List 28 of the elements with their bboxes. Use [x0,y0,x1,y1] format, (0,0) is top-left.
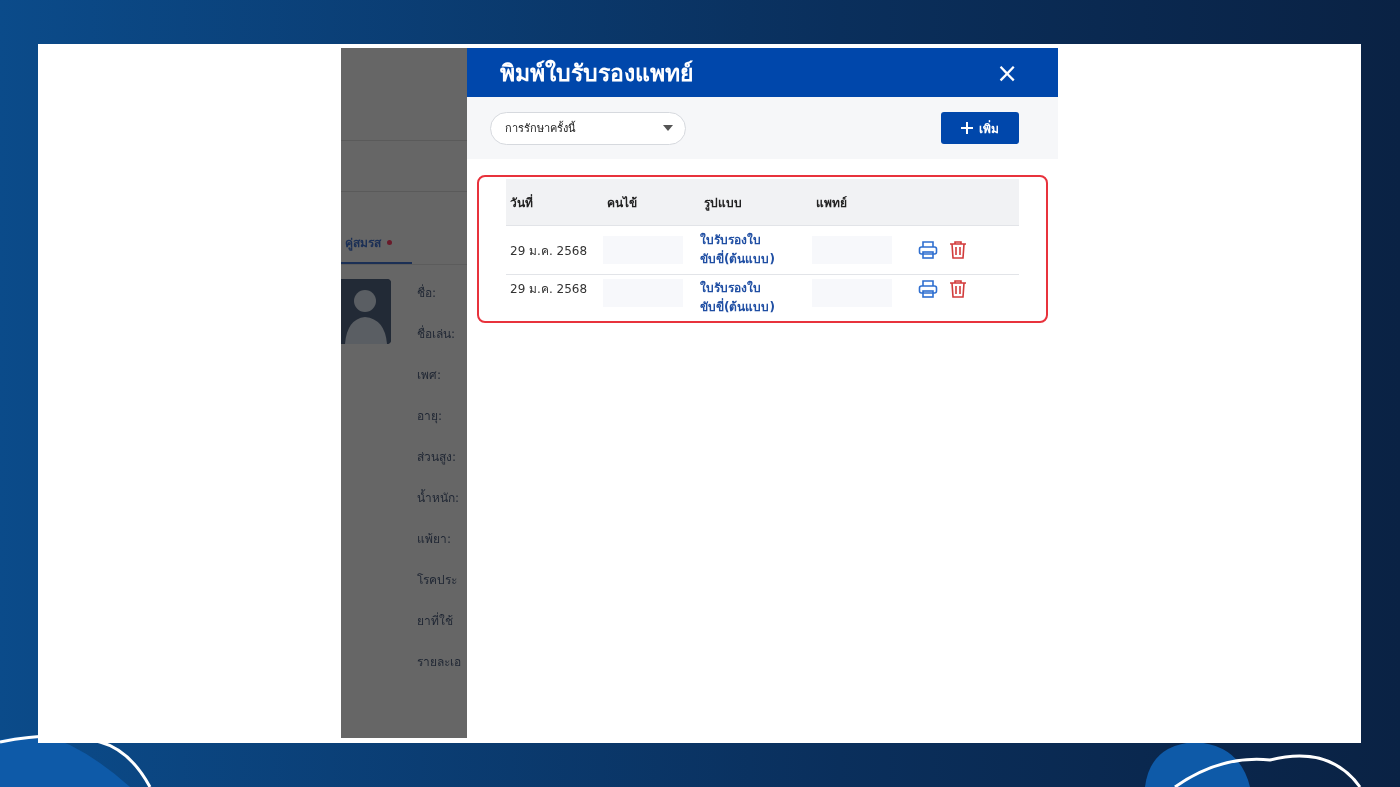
date-cell-text: 29 ม.ค. 2568 [509,242,589,260]
column-header: คนไข้ [606,194,638,212]
column-header: แพทย์ [815,194,848,212]
filter-dropdown[interactable]: การรักษาครั้งนี้ [490,111,686,145]
field-label: แพ้ยา: [417,531,453,548]
field-label: รายละเอ [417,654,461,671]
field-label: น้ำหนัก: [417,488,461,507]
column-header: วันที่ [509,193,534,212]
dialog-title: พิมพ์ใบรับรองแพทย์ [500,58,693,88]
printer-icon[interactable] [918,240,938,260]
printer-icon[interactable] [918,279,938,299]
add-button[interactable]: เพิ่ม [941,112,1019,144]
trash-icon[interactable] [948,279,968,299]
plus-icon [961,122,973,134]
form-link[interactable]: ใบรับรองใบขับขี่(ต้นแบบ) [700,231,780,269]
field-label: ชื่อเล่น: [417,324,457,343]
form-link[interactable]: ใบรับรองใบขับขี่(ต้นแบบ) [700,279,780,317]
field-label: อายุ: [417,408,444,425]
close-button[interactable]: × [996,59,1018,86]
column-header: รูปแบบ [703,194,743,212]
field-label: เพศ: [417,367,443,384]
date-cell-text: 29 ม.ค. 2568 [509,281,589,298]
field-label: ชื่อ: [417,283,438,302]
field-label: โรคประ [417,572,458,589]
field-label: ยาที่ใช้ [417,611,454,630]
trash-icon[interactable] [948,240,968,260]
caret-icon [663,125,673,131]
field-label: ส่วนสูง: [417,449,458,466]
